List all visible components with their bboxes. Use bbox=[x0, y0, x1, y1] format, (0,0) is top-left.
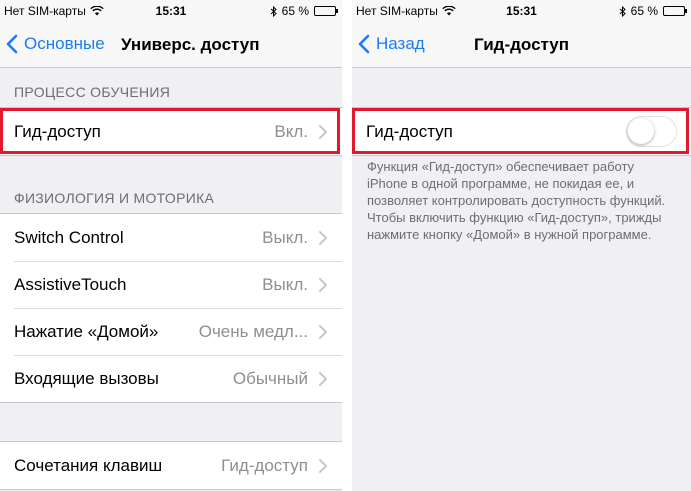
group-shortcut: Сочетания клавиш Гид-доступ bbox=[0, 441, 342, 490]
row-value: Гид-доступ bbox=[221, 455, 308, 475]
chevron-right-icon bbox=[319, 230, 327, 245]
battery-percent: 65 % bbox=[630, 4, 658, 18]
status-bar: Нет SIM-карты 15:31 65 % bbox=[0, 0, 342, 22]
row-accessibility-shortcut[interactable]: Сочетания клавиш Гид-доступ bbox=[0, 442, 342, 489]
row-value: Выкл. bbox=[262, 227, 308, 247]
row-assistivetouch[interactable]: AssistiveTouch Выкл. bbox=[0, 261, 342, 308]
guided-access-description: Функция «Гид-доступ» обеспечивает работу… bbox=[367, 159, 666, 242]
back-label: Основные bbox=[24, 34, 105, 53]
group-motor: Switch Control Выкл. AssistiveTouch Выкл… bbox=[0, 213, 342, 403]
guided-access-screen: Нет SIM-карты 15:31 65 % Назад Гид-досту… bbox=[352, 0, 691, 491]
switch-knob bbox=[628, 118, 654, 144]
nav-bar: Основные Универс. доступ bbox=[0, 22, 342, 68]
bluetooth-icon bbox=[619, 5, 626, 17]
row-guided-access-toggle: Гид-доступ bbox=[352, 108, 691, 155]
battery-icon bbox=[663, 6, 687, 16]
battery-percent: 65 % bbox=[281, 4, 309, 18]
row-incoming-calls[interactable]: Входящие вызовы Обычный bbox=[0, 355, 342, 402]
group-learning: Гид-доступ Вкл. bbox=[0, 107, 342, 156]
row-label: AssistiveTouch bbox=[14, 274, 127, 294]
row-label: Гид-доступ bbox=[14, 121, 101, 141]
page-title: Гид-доступ bbox=[474, 35, 569, 54]
row-home-click[interactable]: Нажатие «Домой» Очень медл... bbox=[0, 308, 342, 355]
battery-icon bbox=[314, 6, 338, 16]
nav-bar: Назад Гид-доступ bbox=[352, 22, 691, 68]
row-guided-access[interactable]: Гид-доступ Вкл. bbox=[0, 108, 342, 155]
page-title: Универс. доступ bbox=[121, 35, 260, 54]
row-value: Обычный bbox=[232, 368, 308, 388]
row-switch-control[interactable]: Switch Control Выкл. bbox=[0, 214, 342, 261]
row-label: Switch Control bbox=[14, 227, 124, 247]
bluetooth-icon bbox=[270, 5, 277, 17]
status-bar: Нет SIM-карты 15:31 65 % bbox=[352, 0, 691, 22]
row-value: Очень медл... bbox=[198, 321, 308, 341]
chevron-right-icon bbox=[319, 277, 327, 292]
section-header-learning: ПРОЦЕСС ОБУЧЕНИЯ bbox=[14, 84, 171, 100]
chevron-right-icon bbox=[319, 324, 327, 339]
row-value: Вкл. bbox=[274, 121, 308, 141]
group-guided-access: Гид-доступ bbox=[352, 107, 691, 156]
accessibility-screen: Нет SIM-карты 15:31 65 % Основные Универ… bbox=[0, 0, 342, 491]
chevron-right-icon bbox=[319, 124, 327, 139]
panel-divider bbox=[342, 0, 352, 491]
row-label: Входящие вызовы bbox=[14, 368, 159, 388]
row-label: Нажатие «Домой» bbox=[14, 321, 159, 341]
chevron-right-icon bbox=[319, 458, 327, 473]
chevron-left-icon bbox=[6, 34, 18, 54]
row-label: Гид-доступ bbox=[366, 121, 453, 141]
guided-access-switch[interactable] bbox=[626, 116, 677, 147]
chevron-right-icon bbox=[319, 371, 327, 386]
row-value: Выкл. bbox=[262, 274, 308, 294]
section-header-motor: ФИЗИОЛОГИЯ И МОТОРИКА bbox=[14, 190, 215, 206]
back-button[interactable]: Основные bbox=[6, 34, 105, 54]
row-label: Сочетания клавиш bbox=[14, 455, 163, 475]
